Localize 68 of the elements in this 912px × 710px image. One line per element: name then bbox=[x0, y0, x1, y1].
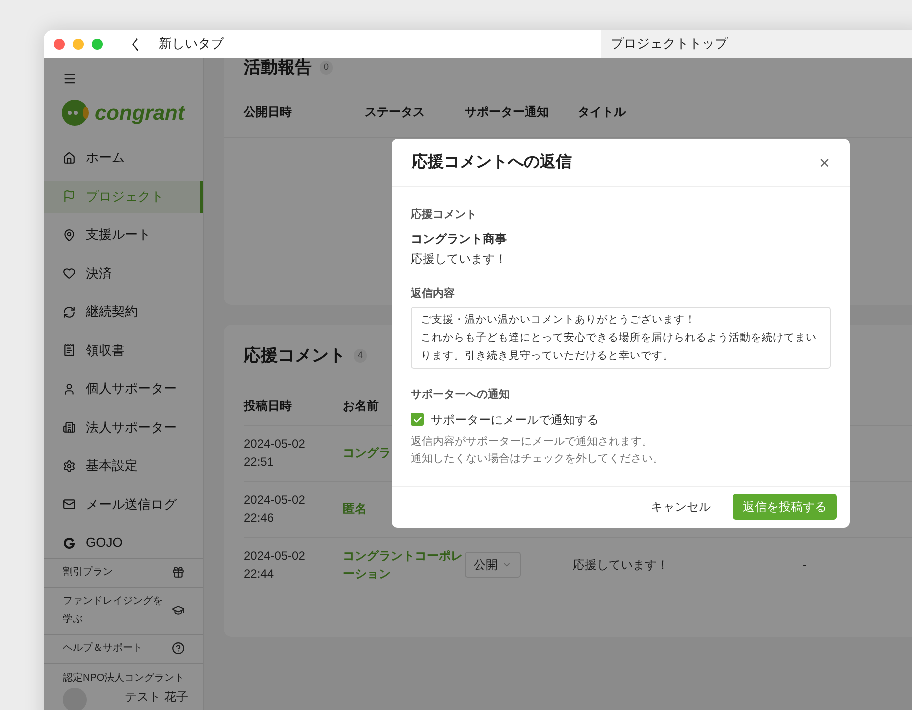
gift-icon bbox=[172, 566, 185, 579]
checkbox[interactable] bbox=[411, 413, 424, 426]
receipt-icon bbox=[63, 344, 76, 357]
person-icon bbox=[63, 382, 76, 396]
organization-name: 認定NPO法人コングラント bbox=[62, 672, 186, 686]
check-icon bbox=[412, 414, 422, 424]
comment-cell: 応援しています！ bbox=[573, 558, 669, 572]
sidebar-item[interactable]: 支援ルート bbox=[44, 219, 203, 251]
minimize-window-icon[interactable] bbox=[73, 38, 84, 50]
mail-icon bbox=[63, 498, 76, 511]
column-header: サポーター通知 bbox=[465, 104, 549, 118]
help-text: 通知したくない場合はチェックを外してください。 bbox=[411, 452, 664, 466]
user-name: テスト 花子 bbox=[125, 690, 188, 704]
home-icon bbox=[63, 152, 76, 164]
pin-icon bbox=[63, 228, 76, 242]
back-button[interactable]: く bbox=[129, 34, 143, 54]
close-window-icon[interactable] bbox=[54, 38, 65, 50]
sidebar-item[interactable]: メール送信ログ bbox=[44, 488, 203, 520]
refresh-icon bbox=[63, 306, 76, 318]
table-cell-text: - bbox=[803, 557, 807, 574]
section-title: 活動報告 bbox=[244, 57, 312, 79]
sidebar-item[interactable]: 基本設定 bbox=[44, 450, 203, 482]
sidebar-item[interactable]: 法人サポーター bbox=[44, 412, 203, 444]
column-header: ステータス bbox=[365, 104, 425, 118]
reply-input-field[interactable]: ご支援・温かい温かいコメントありがとうございます！ これからも子ども達にとって安心できる場所を届けられるよう活動を続けてまいります。引き続き見守っていただけると幸いです。 bbox=[411, 307, 831, 369]
column-header: 投稿日時 bbox=[244, 398, 292, 412]
date-cell-text: 2024-05-02 22:44 bbox=[244, 548, 306, 583]
help-text: 返信内容がサポーターにメールで通知されます。 bbox=[411, 434, 653, 450]
sidebar-link[interactable]: 割引プラン bbox=[44, 558, 203, 588]
dialog-title: 応援コメントへの返信 bbox=[412, 152, 572, 172]
heart-icon bbox=[63, 267, 76, 280]
tab-title: 新しいタブ bbox=[159, 35, 226, 54]
column-header: 公開日時 bbox=[244, 104, 292, 118]
status-select[interactable]: 公開 bbox=[465, 552, 521, 578]
settings-icon bbox=[63, 460, 76, 472]
sidebar-item[interactable]: 個人サポーター bbox=[44, 373, 203, 405]
logo-mark-icon bbox=[61, 98, 91, 128]
help-icon bbox=[172, 642, 185, 655]
sidebar-item[interactable]: ホーム bbox=[44, 142, 203, 174]
date-cell-text: 2024-05-02 22:51 bbox=[244, 436, 306, 471]
column-header: お名前 bbox=[343, 398, 379, 412]
sidebar-link[interactable]: ヘルプ＆サポート bbox=[44, 634, 203, 664]
field-label: 返信内容 bbox=[411, 286, 456, 302]
building-icon bbox=[63, 421, 76, 434]
sidebar-item[interactable]: 決済 bbox=[44, 258, 203, 290]
cancel-button[interactable]: キャンセル bbox=[647, 498, 715, 516]
graduation-cap-icon bbox=[172, 604, 185, 617]
count-badge: 0 bbox=[320, 61, 334, 74]
g-letter-icon bbox=[63, 536, 76, 550]
section-title: 応援コメント bbox=[244, 345, 346, 367]
flag-icon bbox=[63, 190, 76, 203]
date-cell-text: 2024-05-02 22:46 bbox=[244, 492, 306, 527]
checkbox-label[interactable]: サポーターにメールで通知する bbox=[431, 410, 599, 428]
maximize-window-icon[interactable] bbox=[92, 38, 103, 50]
close-button[interactable]: × bbox=[819, 154, 830, 172]
field-label: 応援コメント bbox=[411, 208, 478, 223]
count-badge: 4 bbox=[354, 349, 368, 362]
field-label: サポーターへの通知 bbox=[411, 388, 511, 403]
menu-icon[interactable] bbox=[63, 72, 77, 86]
comment-text: 応援しています！ bbox=[411, 250, 508, 268]
address-field[interactable]: プロジェクトトップ bbox=[601, 30, 912, 58]
sidebar-item[interactable]: GOJO bbox=[44, 527, 203, 559]
comment-author: コングラント商事 bbox=[411, 230, 508, 248]
sidebar-item[interactable]: 領収書 bbox=[44, 334, 203, 366]
sidebar-link[interactable]: ファンドレイジングを学ぶ bbox=[44, 588, 203, 634]
column-header: タイトル bbox=[578, 104, 626, 118]
logo-text: congrant bbox=[95, 102, 185, 124]
sidebar-item[interactable]: 継続契約 bbox=[44, 296, 203, 328]
